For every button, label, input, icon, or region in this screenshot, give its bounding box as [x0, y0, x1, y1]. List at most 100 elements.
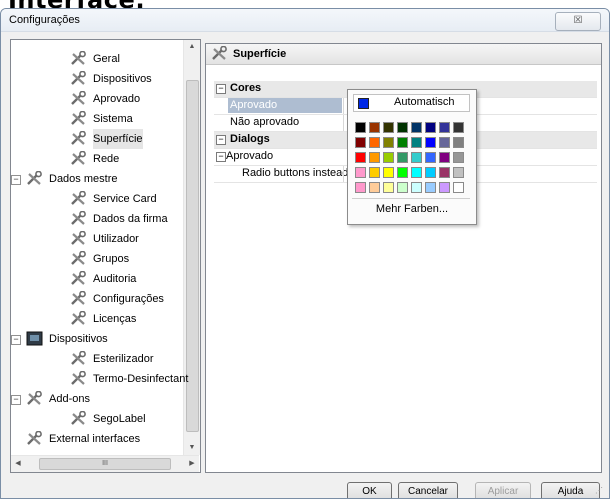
color-swatch[interactable] [411, 137, 422, 148]
collapse-toggle-icon[interactable]: − [11, 175, 21, 185]
tree-item[interactable]: Dispositivos [11, 69, 183, 89]
color-swatch[interactable] [383, 152, 394, 163]
collapse-toggle-icon[interactable]: − [216, 135, 226, 145]
color-swatch[interactable] [439, 182, 450, 193]
collapse-toggle-icon[interactable]: − [11, 395, 21, 405]
color-swatch[interactable] [355, 182, 366, 193]
color-swatch[interactable] [369, 137, 380, 148]
scroll-right-arrow-icon[interactable]: ▶ [185, 456, 199, 472]
color-swatch[interactable] [425, 152, 436, 163]
automatic-color-button[interactable]: Automatisch [353, 94, 470, 112]
color-swatch[interactable] [439, 122, 450, 133]
color-swatch[interactable] [383, 122, 394, 133]
title-bar: Configurações ☒ [1, 9, 609, 32]
color-swatch[interactable] [383, 182, 394, 193]
color-swatch[interactable] [397, 182, 408, 193]
help-button[interactable]: Ajuda [541, 482, 600, 498]
scrollbar-thumb[interactable]: III [39, 458, 171, 470]
color-swatch[interactable] [411, 122, 422, 133]
tree-item[interactable]: Superfície [11, 129, 183, 149]
tree-item[interactable]: Esterilizador [11, 349, 183, 369]
tree-item-label: Dados mestre [49, 173, 118, 185]
color-swatch[interactable] [453, 167, 464, 178]
tools-icon [69, 270, 89, 287]
color-swatch[interactable] [369, 152, 380, 163]
color-swatch[interactable] [453, 137, 464, 148]
color-swatch[interactable] [355, 167, 366, 178]
color-swatch[interactable] [425, 122, 436, 133]
color-swatch[interactable] [383, 167, 394, 178]
tree-item[interactable]: SegoLabel [11, 409, 183, 429]
tree-item[interactable]: External interfaces [11, 429, 183, 449]
scroll-left-arrow-icon[interactable]: ◀ [11, 456, 25, 472]
color-swatch[interactable] [411, 182, 422, 193]
color-swatch[interactable] [369, 122, 380, 133]
tree-item[interactable]: Utilizador [11, 229, 183, 249]
color-swatch[interactable] [453, 182, 464, 193]
tools-icon [69, 50, 89, 67]
settings-dialog: Configurações ☒ ▲ ▼ ◀ III ▶ Geral Disposi… [0, 8, 610, 499]
color-swatch[interactable] [425, 182, 436, 193]
tree-item[interactable]: Dados da firma [11, 209, 183, 229]
tree-item[interactable]: Grupos [11, 249, 183, 269]
tree-item[interactable]: Geral [11, 49, 183, 69]
color-swatch[interactable] [397, 167, 408, 178]
tree-item[interactable]: Service Card [11, 189, 183, 209]
collapse-toggle-icon[interactable]: − [11, 335, 21, 345]
tree-item-label: Licenças [93, 313, 137, 325]
color-picker-popup: Automatisch Mehr Farben... [347, 89, 477, 225]
close-button[interactable]: ☒ [555, 12, 601, 31]
tools-icon [69, 130, 89, 147]
ok-button[interactable]: OK [347, 482, 392, 498]
tree-item-label: Aprovado [93, 93, 141, 105]
color-swatch[interactable] [439, 152, 450, 163]
color-swatch[interactable] [383, 137, 394, 148]
tree-item[interactable]: Licenças [11, 309, 183, 329]
color-swatch[interactable] [453, 122, 464, 133]
tools-icon [69, 350, 89, 367]
color-swatch[interactable] [369, 182, 380, 193]
color-swatch[interactable] [425, 137, 436, 148]
tree-item[interactable]: Rede [11, 149, 183, 169]
color-swatch[interactable] [355, 122, 366, 133]
automatic-color-swatch [358, 98, 369, 109]
tree-vertical-scrollbar[interactable]: ▲ ▼ [183, 40, 200, 455]
color-swatch[interactable] [355, 152, 366, 163]
tree-item[interactable]: Termo-Desinfectant [11, 369, 188, 389]
settings-tree[interactable]: ▲ ▼ ◀ III ▶ Geral Dispositivos Aprovado Sis… [10, 39, 201, 473]
tree-item[interactable]: Auditoria [11, 269, 183, 289]
color-swatch[interactable] [355, 137, 366, 148]
more-colors-button[interactable]: Mehr Farben... [348, 203, 476, 215]
tree-item-label: Geral [93, 53, 120, 65]
scroll-up-arrow-icon[interactable]: ▲ [184, 40, 200, 54]
color-swatch[interactable] [369, 167, 380, 178]
tools-icon [210, 45, 230, 65]
scroll-down-arrow-icon[interactable]: ▼ [184, 441, 200, 455]
collapse-toggle-icon[interactable]: − [216, 152, 226, 162]
color-swatch[interactable] [397, 152, 408, 163]
tree-horizontal-scrollbar[interactable]: ◀ III ▶ [11, 455, 199, 472]
tree-item[interactable]: Aprovado [11, 89, 183, 109]
tree-item-label: Rede [93, 153, 120, 165]
tree-item[interactable]: − Dados mestre [11, 169, 183, 189]
color-swatch[interactable] [411, 167, 422, 178]
color-swatch[interactable] [411, 152, 422, 163]
color-swatch[interactable] [453, 152, 464, 163]
color-swatch[interactable] [439, 167, 450, 178]
cancel-button[interactable]: Cancelar [398, 482, 458, 498]
color-swatch[interactable] [439, 137, 450, 148]
color-swatch[interactable] [397, 122, 408, 133]
color-swatch[interactable] [425, 167, 436, 178]
apply-button[interactable]: Aplicar [475, 482, 531, 498]
tools-icon [69, 370, 89, 387]
tree-item[interactable]: − Add-ons [11, 389, 183, 409]
tools-icon [25, 430, 45, 447]
tree-item[interactable]: Sistema [11, 109, 183, 129]
resize-grip-icon[interactable]: ⋰ [595, 486, 605, 496]
tree-item[interactable]: Configurações [11, 289, 183, 309]
property-name: Aprovado [226, 150, 274, 162]
tree-item[interactable]: − Dispositivos [11, 329, 183, 349]
color-swatch[interactable] [397, 137, 408, 148]
collapse-toggle-icon[interactable]: − [216, 84, 226, 94]
tree-item-label: Dispositivos [49, 333, 108, 345]
